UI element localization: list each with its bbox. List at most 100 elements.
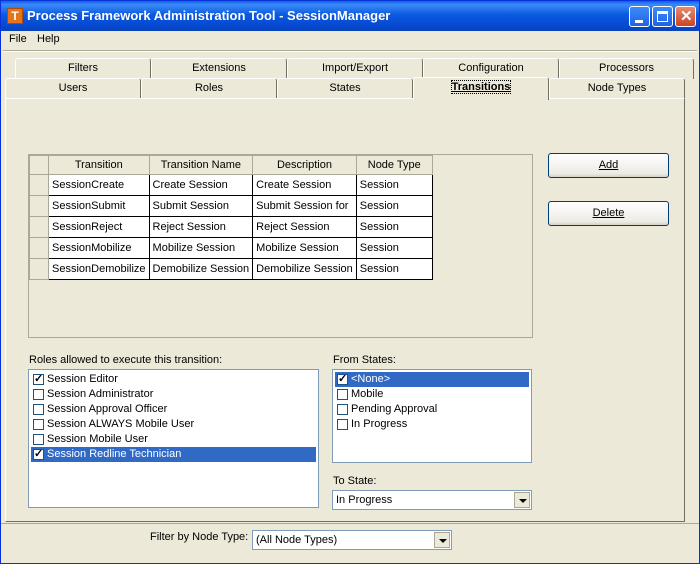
table-row[interactable]: SessionSubmit Submit Session Submit Sess…: [29, 195, 433, 217]
list-item[interactable]: Session Mobile User: [31, 432, 316, 447]
tab-transitions-label: Transitions: [450, 80, 512, 94]
panel-edge: [685, 98, 695, 508]
list-item[interactable]: Session ALWAYS Mobile User: [31, 417, 316, 432]
list-item-label: Session Mobile User: [47, 433, 148, 445]
cell-description[interactable]: Submit Session for: [252, 195, 357, 217]
delete-button[interactable]: Delete: [548, 201, 669, 226]
close-button[interactable]: ✕: [675, 6, 696, 27]
list-item-label: Pending Approval: [351, 403, 438, 415]
checkbox[interactable]: [33, 372, 44, 387]
cell-node-type[interactable]: Session: [355, 174, 433, 196]
table-row[interactable]: SessionReject Reject Session Reject Sess…: [29, 216, 433, 238]
tab-processors[interactable]: Processors: [559, 58, 694, 79]
cell-node-type[interactable]: Session: [355, 258, 433, 280]
minimize-button[interactable]: [629, 6, 650, 27]
list-item-label: Session Redline Technician: [47, 448, 182, 460]
checkbox[interactable]: [337, 372, 348, 387]
chevron-down-icon[interactable]: [434, 532, 450, 548]
from-states-listbox[interactable]: <None> Mobile Pending Approval In Progre…: [332, 369, 532, 463]
row-header[interactable]: [29, 174, 49, 196]
delete-button-label: Delete: [592, 207, 625, 219]
cell-node-type[interactable]: Session: [355, 237, 433, 259]
maximize-icon: [657, 11, 668, 22]
cell-transition[interactable]: SessionMobilize: [48, 237, 150, 259]
list-item-label: Session ALWAYS Mobile User: [47, 418, 195, 430]
checkbox[interactable]: [33, 389, 44, 400]
tab-import-export[interactable]: Import/Export: [287, 58, 423, 79]
window-title: Process Framework Administration Tool - …: [27, 8, 391, 23]
checkbox[interactable]: [337, 419, 348, 430]
list-item-label: Session Editor: [47, 373, 118, 385]
maximize-button[interactable]: [652, 6, 673, 27]
list-item-label: Session Administrator: [47, 388, 154, 400]
list-item-label: Session Approval Officer: [47, 403, 168, 415]
checkbox[interactable]: [337, 389, 348, 400]
cell-node-type[interactable]: Session: [355, 216, 433, 238]
roles-label: Roles allowed to execute this transition…: [29, 354, 223, 366]
cell-transition-name[interactable]: Submit Session: [148, 195, 254, 217]
list-item[interactable]: Session Redline Technician: [31, 447, 316, 462]
checkbox[interactable]: [33, 447, 44, 462]
column-header-node-type[interactable]: Node Type: [355, 155, 433, 175]
transitions-grid[interactable]: Transition Transition Name Description N…: [28, 154, 533, 338]
column-header-transition[interactable]: Transition: [48, 155, 150, 175]
checkbox[interactable]: [33, 404, 44, 415]
cell-description[interactable]: Create Session: [252, 174, 357, 196]
tab-states[interactable]: States: [277, 78, 413, 99]
cell-transition-name[interactable]: Reject Session: [148, 216, 254, 238]
list-item[interactable]: Session Approval Officer: [31, 402, 316, 417]
cell-node-type[interactable]: Session: [355, 195, 433, 217]
chevron-down-icon[interactable]: [514, 492, 530, 508]
tab-roles[interactable]: Roles: [141, 78, 277, 99]
tab-filters[interactable]: Filters: [15, 58, 151, 79]
cell-description[interactable]: Demobilize Session: [252, 258, 357, 280]
transitions-table: Transition Transition Name Description N…: [29, 155, 433, 280]
app-icon: T: [7, 8, 23, 24]
tab-configuration[interactable]: Configuration: [423, 58, 559, 79]
filter-node-type-dropdown[interactable]: (All Node Types): [252, 530, 452, 550]
cell-transition[interactable]: SessionSubmit: [48, 195, 150, 217]
add-button[interactable]: Add: [548, 153, 669, 178]
row-header[interactable]: [29, 216, 49, 238]
roles-listbox[interactable]: Session Editor Session Administrator Ses…: [28, 369, 319, 508]
tab-node-types[interactable]: Node Types: [549, 78, 685, 99]
add-button-label: Add: [598, 159, 619, 171]
row-header[interactable]: [29, 237, 49, 259]
cell-transition[interactable]: SessionDemobilize: [48, 258, 150, 280]
tab-users[interactable]: Users: [5, 78, 141, 99]
menu-help[interactable]: Help: [37, 33, 60, 45]
cell-transition[interactable]: SessionReject: [48, 216, 150, 238]
list-item[interactable]: In Progress: [335, 417, 529, 432]
list-item[interactable]: <None>: [335, 372, 529, 387]
cell-transition[interactable]: SessionCreate: [48, 174, 150, 196]
list-item[interactable]: Session Editor: [31, 372, 316, 387]
checkbox[interactable]: [337, 404, 348, 415]
list-item[interactable]: Mobile: [335, 387, 529, 402]
cell-transition-name[interactable]: Demobilize Session: [148, 258, 254, 280]
table-row[interactable]: SessionCreate Create Session Create Sess…: [29, 174, 433, 196]
cell-transition-name[interactable]: Mobilize Session: [148, 237, 254, 259]
table-row[interactable]: SessionDemobilize Demobilize Session Dem…: [29, 258, 433, 280]
checkbox[interactable]: [33, 434, 44, 445]
cell-description[interactable]: Reject Session: [252, 216, 357, 238]
checkbox[interactable]: [33, 419, 44, 430]
from-states-label: From States:: [333, 354, 396, 366]
title-bar[interactable]: T Process Framework Administration Tool …: [1, 1, 699, 31]
minimize-icon: [635, 20, 643, 23]
column-header-description[interactable]: Description: [252, 155, 357, 175]
tab-transitions[interactable]: Transitions: [413, 77, 549, 100]
to-state-dropdown[interactable]: In Progress: [332, 490, 532, 510]
cell-description[interactable]: Mobilize Session: [252, 237, 357, 259]
cell-transition-name[interactable]: Create Session: [148, 174, 254, 196]
table-row[interactable]: SessionMobilize Mobilize Session Mobiliz…: [29, 237, 433, 259]
menu-bar: File Help: [1, 31, 699, 49]
tab-extensions[interactable]: Extensions: [151, 58, 287, 79]
application-window: T Process Framework Administration Tool …: [0, 0, 700, 564]
menu-file[interactable]: File: [9, 33, 27, 45]
list-item[interactable]: Session Administrator: [31, 387, 316, 402]
list-item[interactable]: Pending Approval: [335, 402, 529, 417]
row-header[interactable]: [29, 258, 49, 280]
close-icon: ✕: [680, 8, 693, 25]
column-header-transition-name[interactable]: Transition Name: [148, 155, 254, 175]
row-header[interactable]: [29, 195, 49, 217]
